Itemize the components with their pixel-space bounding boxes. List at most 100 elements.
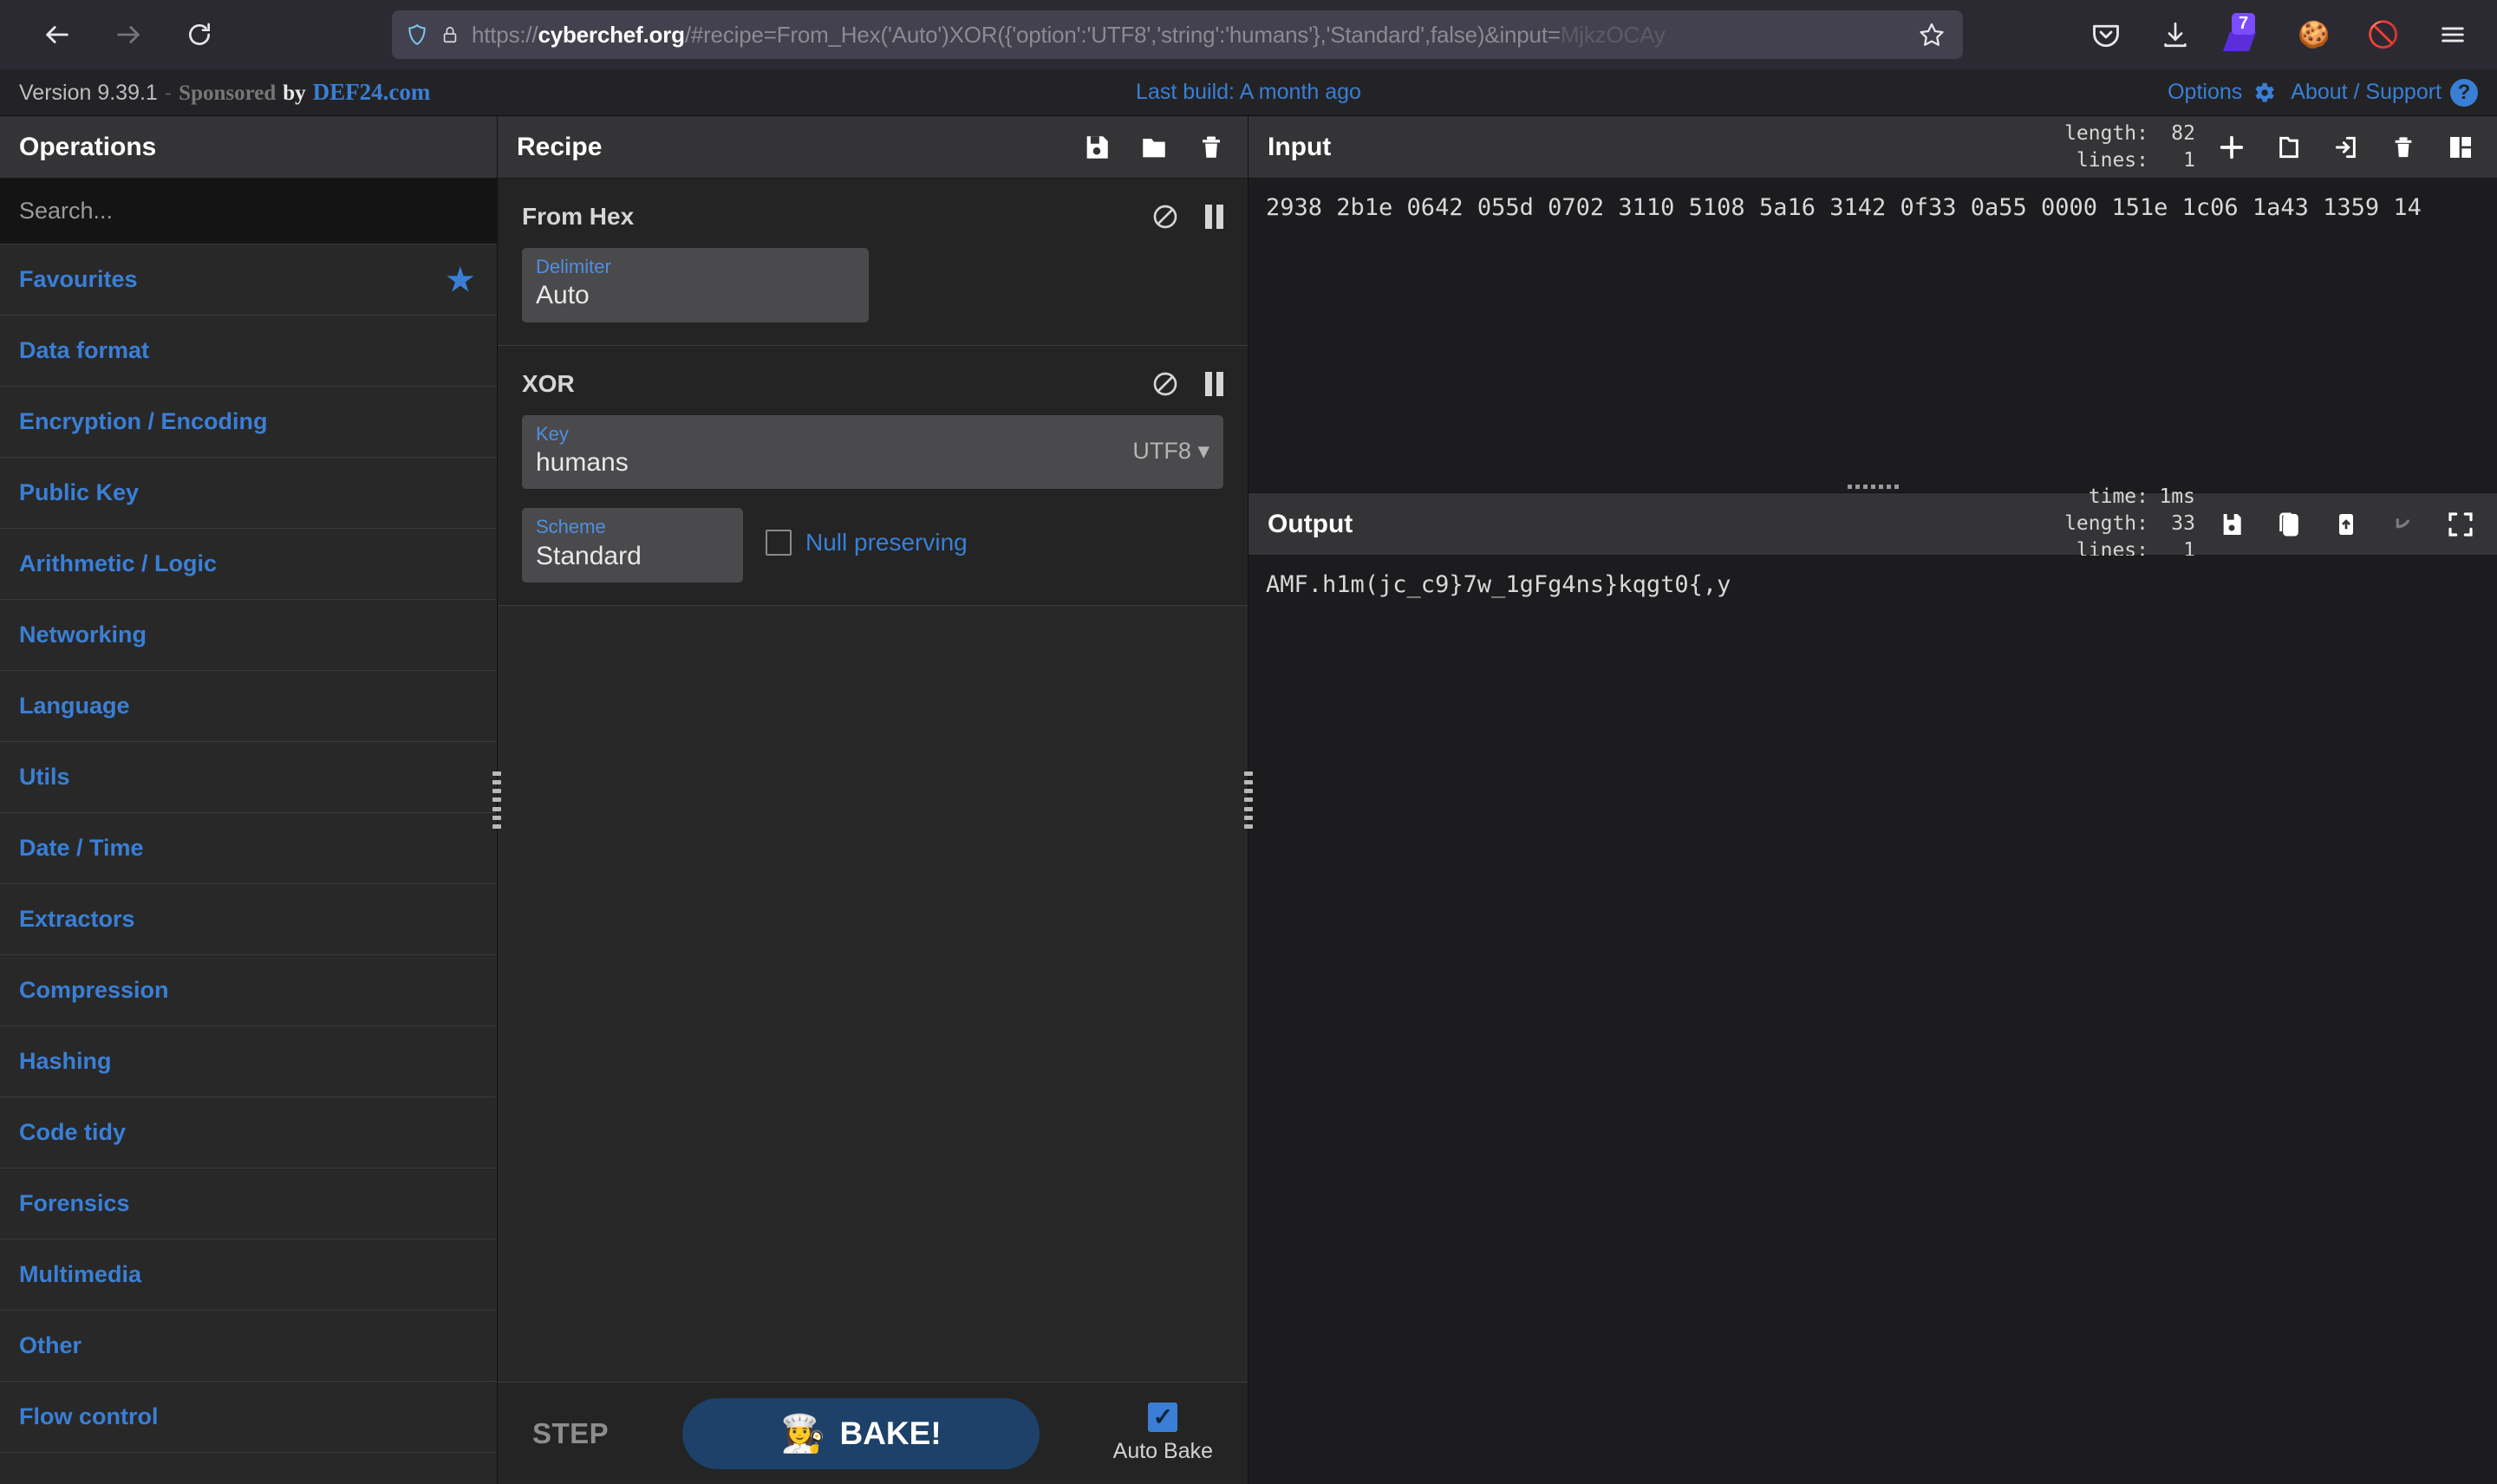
options-button[interactable]: Options bbox=[2168, 80, 2277, 106]
sidebar-item-label: Hashing bbox=[19, 1048, 112, 1074]
sidebar-item-language[interactable]: Language bbox=[0, 671, 497, 742]
input-title: Input bbox=[1268, 132, 1332, 161]
sidebar-item-extractors[interactable]: Extractors bbox=[0, 884, 497, 955]
sidebar-item-encryption-encoding[interactable]: Encryption / Encoding bbox=[0, 387, 497, 458]
output-header-right: time: 1ms length: 33 lines: 1 bbox=[2064, 485, 2478, 563]
key-encoding-select[interactable]: UTF8 ▾ bbox=[1132, 438, 1209, 465]
step-button[interactable]: STEP bbox=[532, 1417, 609, 1450]
sidebar-item-hashing[interactable]: Hashing bbox=[0, 1026, 497, 1097]
operations-panel: Operations Favourites ★ Data format Encrypt… bbox=[0, 116, 501, 1484]
copy-output-button[interactable] bbox=[2272, 507, 2306, 542]
argument-delimiter[interactable]: Delimiter Auto bbox=[522, 248, 869, 322]
reload-button[interactable] bbox=[175, 10, 224, 59]
cookie-extension-button[interactable]: 🍪 bbox=[2291, 11, 2337, 58]
sidebar-item-flow-control[interactable]: Flow control bbox=[0, 1382, 497, 1453]
extension-button[interactable]: 7 bbox=[2221, 11, 2268, 58]
sidebar-item-favourites[interactable]: Favourites ★ bbox=[0, 244, 497, 316]
operations-search-wrap[interactable] bbox=[0, 179, 497, 244]
input-text[interactable]: 2938 2b1e 0642 055d 0702 3110 5108 5a16 … bbox=[1248, 179, 2497, 480]
trash-icon bbox=[1203, 136, 1220, 158]
io-resize-handle[interactable] bbox=[1244, 771, 1253, 829]
operations-resize-handle[interactable] bbox=[492, 771, 501, 829]
open-folder-button[interactable] bbox=[2272, 130, 2306, 165]
bookmark-button[interactable] bbox=[1914, 17, 1949, 52]
add-tab-icon bbox=[2220, 135, 2244, 159]
url-text: https://cyberchef.org/#recipe=From_Hex('… bbox=[472, 22, 1902, 49]
argument-label: Scheme bbox=[536, 516, 606, 538]
extension-stack-icon bbox=[2222, 32, 2257, 51]
disable-operation-button[interactable] bbox=[1148, 199, 1183, 234]
forward-button[interactable] bbox=[104, 10, 153, 59]
search-input[interactable] bbox=[19, 198, 478, 225]
counter-key: lines: bbox=[2076, 148, 2148, 172]
argument-value[interactable]: Auto bbox=[536, 279, 855, 312]
input-action-icons bbox=[2214, 130, 2478, 165]
recipe-operation-header: From Hex bbox=[522, 194, 1223, 248]
load-recipe-button[interactable] bbox=[1137, 130, 1171, 165]
url-host: cyberchef.org bbox=[538, 21, 685, 48]
sidebar-item-arithmetic-logic[interactable]: Arithmetic / Logic bbox=[0, 529, 497, 600]
app-menu-button[interactable] bbox=[2429, 11, 2476, 58]
counter-key: time: bbox=[2088, 485, 2148, 509]
maximise-output-button[interactable] bbox=[2443, 507, 2478, 542]
cookie-blocker-button[interactable]: 🚫 bbox=[2360, 11, 2407, 58]
address-bar[interactable]: https://cyberchef.org/#recipe=From_Hex('… bbox=[392, 10, 1963, 59]
sidebar-item-utils[interactable]: Utils bbox=[0, 742, 497, 813]
downloads-button[interactable] bbox=[2152, 11, 2199, 58]
sponsor-link[interactable]: DEF24.com bbox=[313, 79, 431, 106]
clear-io-button[interactable] bbox=[2386, 130, 2421, 165]
sidebar-item-networking[interactable]: Networking bbox=[0, 600, 497, 671]
sidebar-item-label: Code tidy bbox=[19, 1119, 127, 1145]
save-recipe-button[interactable] bbox=[1079, 130, 1114, 165]
sidebar-item-multimedia[interactable]: Multimedia bbox=[0, 1240, 497, 1311]
null-preserving-checkbox[interactable] bbox=[766, 530, 792, 556]
replace-input-button[interactable] bbox=[2329, 507, 2363, 542]
breakpoint-button[interactable] bbox=[1205, 205, 1223, 229]
sidebar-item-label: Multimedia bbox=[19, 1261, 142, 1287]
clear-recipe-button[interactable] bbox=[1194, 130, 1229, 165]
save-output-button[interactable] bbox=[2214, 507, 2249, 542]
operations-category-list[interactable]: Favourites ★ Data format Encryption / Encod… bbox=[0, 244, 497, 1484]
output-text[interactable]: AMF.h1m(jc_c9}7w_1gFg4ns}kqgt0{,y bbox=[1248, 556, 2497, 1484]
disable-operation-button[interactable] bbox=[1148, 367, 1183, 401]
recipe-operations-list[interactable]: From Hex Delimiter Auto XOR Key humans UTF8 ▾ S… bbox=[498, 179, 1248, 1382]
recipe-operation[interactable]: From Hex Delimiter Auto bbox=[498, 179, 1248, 346]
add-tab-button[interactable] bbox=[2214, 130, 2249, 165]
argument-value[interactable]: Standard bbox=[536, 540, 729, 573]
pocket-button[interactable] bbox=[2083, 11, 2129, 58]
io-panel: Input length: 82 lines: 1 2938 2b1e 0642… bbox=[1244, 116, 2497, 1484]
auto-bake-label: Auto Bake bbox=[1112, 1439, 1213, 1463]
chevron-down-icon: ▾ bbox=[1197, 438, 1209, 465]
recipe-operation-controls bbox=[1148, 199, 1223, 234]
argument-key[interactable]: Key humans UTF8 ▾ bbox=[522, 414, 1223, 490]
input-header: Input length: 82 lines: 1 bbox=[1248, 116, 2497, 179]
sidebar-item-public-key[interactable]: Public Key bbox=[0, 458, 497, 529]
back-button[interactable] bbox=[33, 10, 81, 59]
breakpoint-button[interactable] bbox=[1205, 371, 1223, 396]
sidebar-item-date-time[interactable]: Date / Time bbox=[0, 813, 497, 884]
auto-bake-checkbox[interactable]: ✓ bbox=[1148, 1403, 1178, 1432]
counter-value: 1 bbox=[2183, 148, 2195, 172]
auto-bake-toggle[interactable]: ✓ Auto Bake bbox=[1113, 1403, 1213, 1464]
sidebar-item-forensics[interactable]: Forensics bbox=[0, 1168, 497, 1240]
sidebar-item-compression[interactable]: Compression bbox=[0, 955, 497, 1026]
argument-scheme[interactable]: Scheme Standard bbox=[522, 508, 743, 583]
bake-button[interactable]: 👩‍🍳 BAKE! bbox=[681, 1397, 1040, 1469]
sidebar-item-data-format[interactable]: Data format bbox=[0, 316, 497, 387]
tracking-protection-shield-icon[interactable] bbox=[406, 22, 428, 48]
disable-icon bbox=[1153, 372, 1177, 396]
recipe-title: Recipe bbox=[517, 132, 603, 161]
argument-value[interactable]: humans bbox=[536, 446, 629, 479]
about-support-button[interactable]: About / Support ? bbox=[2291, 78, 2478, 107]
reset-layout-button[interactable] bbox=[2443, 130, 2478, 165]
open-file-as-input-button[interactable] bbox=[2329, 130, 2363, 165]
banner-version-area: Version 9.39.1 - Sponsored by DEF24.com bbox=[0, 79, 430, 106]
undo-button[interactable] bbox=[2386, 507, 2421, 542]
null-preserving-toggle[interactable]: Null preserving bbox=[766, 508, 968, 556]
sidebar-item-label: Favourites bbox=[19, 266, 138, 292]
sidebar-item-other[interactable]: Other bbox=[0, 1311, 497, 1382]
recipe-operation[interactable]: XOR Key humans UTF8 ▾ Scheme Standard Null pre… bbox=[498, 345, 1248, 607]
recipe-header-icons bbox=[1079, 130, 1229, 165]
sidebar-item-label: Utils bbox=[19, 764, 70, 790]
sidebar-item-code-tidy[interactable]: Code tidy bbox=[0, 1097, 497, 1168]
